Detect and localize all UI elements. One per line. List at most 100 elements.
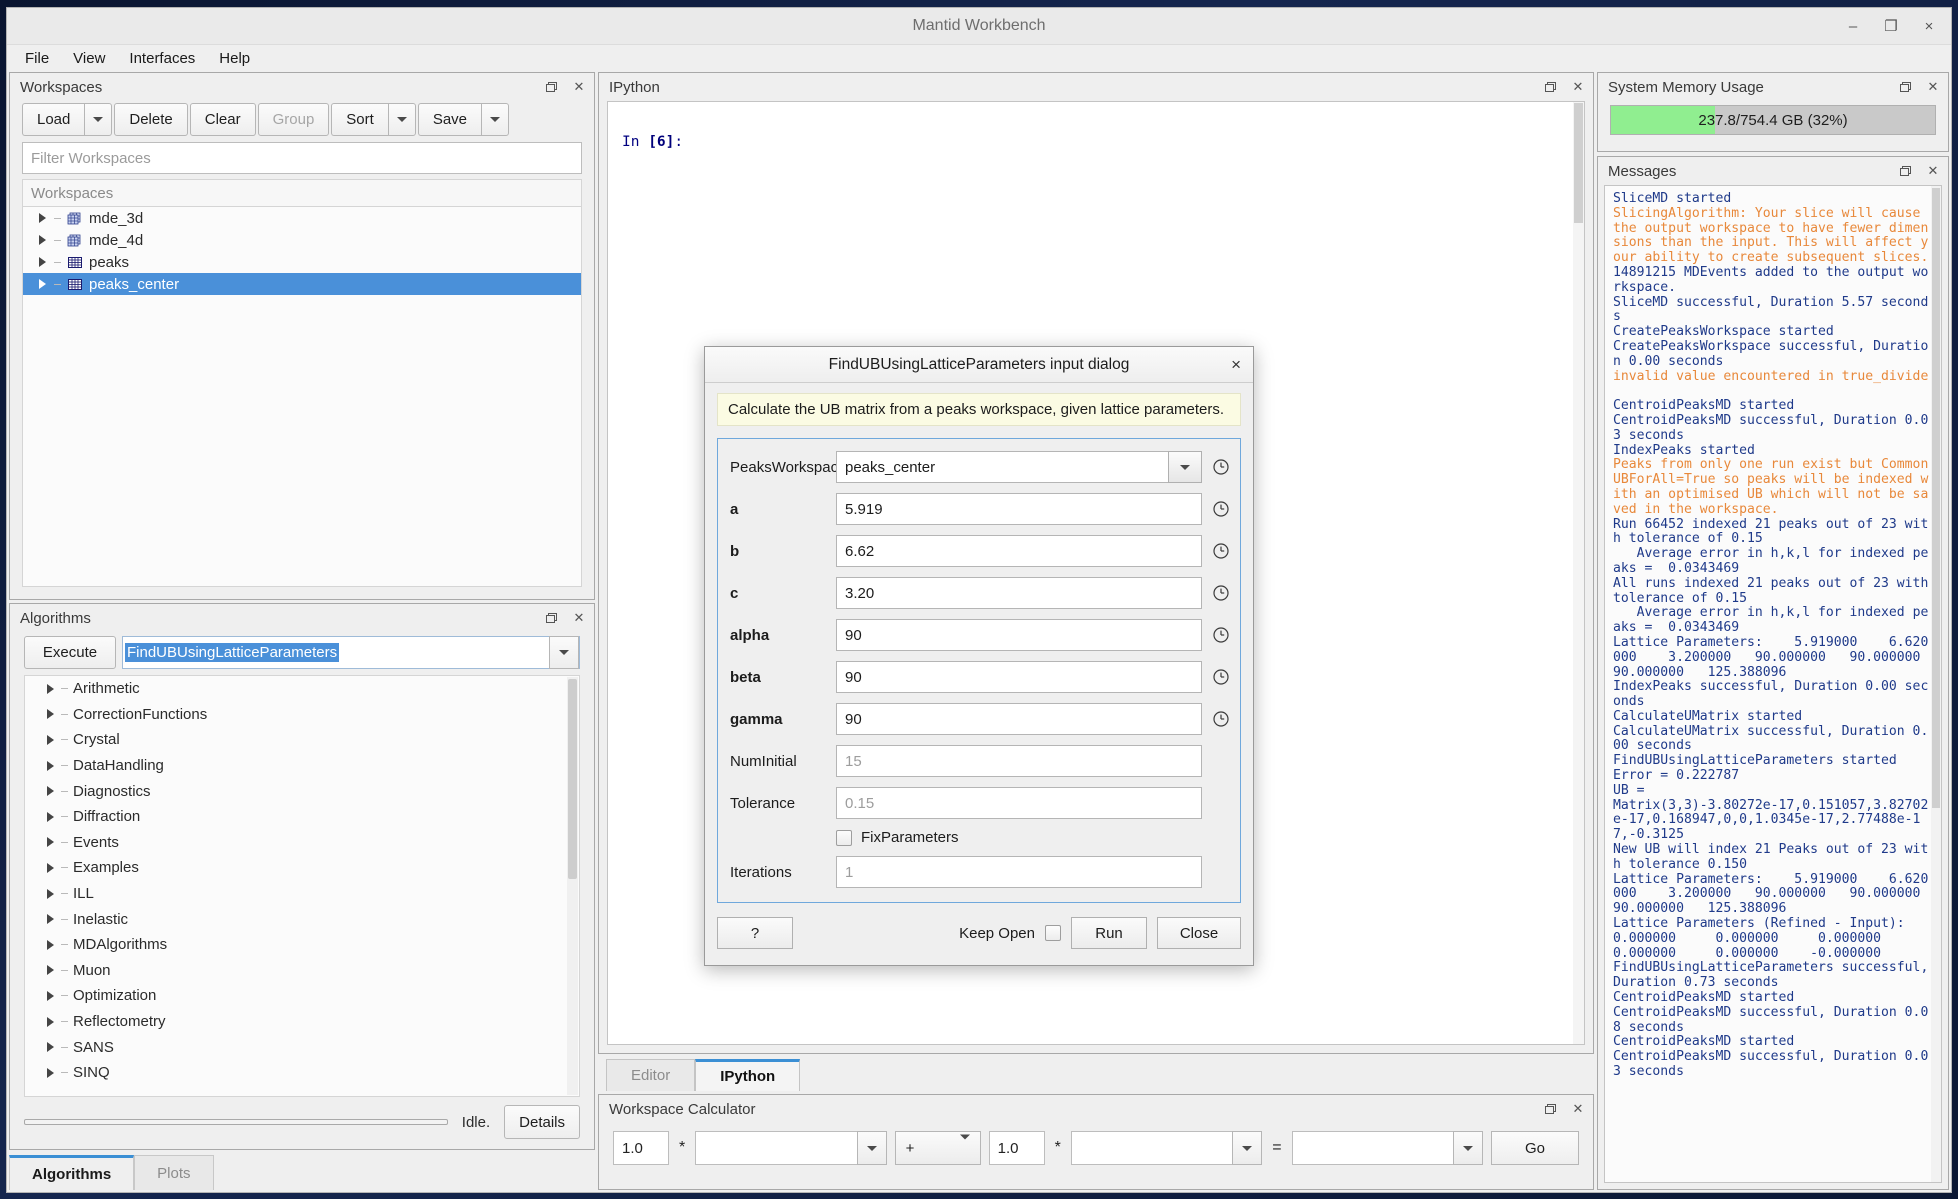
tolerance-input[interactable]: 0.15 [836, 787, 1202, 819]
algorithm-category-diffraction[interactable]: Diffraction [25, 804, 579, 830]
menu-help[interactable]: Help [209, 47, 260, 70]
maximize-icon[interactable]: ❐ [1883, 18, 1899, 35]
scale2-input[interactable]: 1.0 [988, 1131, 1045, 1165]
beta-input[interactable]: 90 [836, 661, 1202, 693]
algorithm-category-events[interactable]: Events [25, 830, 579, 856]
expand-triangle-icon[interactable] [47, 683, 54, 694]
expand-triangle-icon[interactable] [47, 760, 54, 771]
algorithm-category-examples[interactable]: Examples [25, 855, 579, 881]
save-dropdown-arrow[interactable] [481, 103, 510, 136]
expand-triangle-icon[interactable] [47, 965, 54, 976]
sort-button[interactable]: Sort [331, 103, 388, 136]
expand-triangle-icon[interactable] [47, 1067, 54, 1078]
close-panel-icon[interactable]: ✕ [1571, 80, 1585, 94]
expand-triangle-icon[interactable] [47, 888, 54, 899]
close-panel-icon[interactable]: ✕ [1926, 80, 1940, 94]
algorithms-scrollbar[interactable] [567, 677, 578, 1095]
filter-workspaces-input[interactable]: Filter Workspaces [22, 142, 582, 174]
menu-view[interactable]: View [63, 47, 115, 70]
float-icon[interactable] [1898, 80, 1912, 94]
float-icon[interactable] [1543, 1102, 1557, 1116]
algorithm-category-datahandling[interactable]: DataHandling [25, 753, 579, 779]
gamma-input[interactable]: 90 [836, 703, 1202, 735]
algorithm-category-diagnostics[interactable]: Diagnostics [25, 778, 579, 804]
algorithm-category-muon[interactable]: Muon [25, 958, 579, 984]
workspaces-tree[interactable]: mde_3d mde_4d peaks peaks_center [22, 206, 582, 587]
tab-editor[interactable]: Editor [606, 1059, 696, 1091]
sort-dropdown-arrow[interactable] [387, 103, 416, 136]
expand-triangle-icon[interactable] [39, 235, 46, 245]
workspace-item-peaks[interactable]: peaks [23, 251, 581, 273]
load-dropdown-arrow[interactable] [84, 103, 113, 136]
output-dropdown-arrow[interactable] [1452, 1131, 1483, 1165]
expand-triangle-icon[interactable] [47, 939, 54, 950]
keep-open-checkbox[interactable] [1045, 925, 1061, 941]
scale1-input[interactable]: 1.0 [613, 1131, 669, 1165]
history-clock-icon[interactable] [1212, 626, 1230, 644]
scrollbar-thumb[interactable] [1932, 188, 1940, 808]
lhs-dropdown-arrow[interactable] [856, 1131, 887, 1165]
algorithm-category-optimization[interactable]: Optimization [25, 983, 579, 1009]
execute-button[interactable]: Execute [24, 636, 116, 669]
close-panel-icon[interactable]: ✕ [572, 80, 586, 94]
close-button[interactable]: Close [1157, 917, 1241, 949]
numinitial-input[interactable]: 15 [836, 745, 1202, 777]
help-button[interactable]: ? [717, 917, 793, 949]
menu-file[interactable]: File [15, 47, 59, 70]
expand-triangle-icon[interactable] [47, 1016, 54, 1027]
details-button[interactable]: Details [504, 1105, 580, 1139]
history-clock-icon[interactable] [1212, 710, 1230, 728]
dialog-close-icon[interactable]: × [1231, 355, 1241, 375]
a-input[interactable]: 5.919 [836, 493, 1202, 525]
workspace-item-mde_3d[interactable]: mde_3d [23, 207, 581, 229]
clear-button[interactable]: Clear [189, 103, 256, 136]
expand-triangle-icon[interactable] [47, 837, 54, 848]
rhs-dropdown-arrow[interactable] [1232, 1131, 1263, 1165]
history-clock-icon[interactable] [1212, 668, 1230, 686]
close-panel-icon[interactable]: ✕ [572, 611, 586, 625]
lhs-workspace-combo[interactable] [695, 1131, 887, 1165]
algorithm-category-ill[interactable]: ILL [25, 881, 579, 907]
minimize-icon[interactable]: – [1845, 18, 1861, 35]
b-input[interactable]: 6.62 [836, 535, 1202, 567]
scrollbar-thumb[interactable] [568, 679, 577, 879]
algorithm-search-input[interactable]: FindUBUsingLatticeParameters [122, 636, 580, 669]
tab-algorithms[interactable]: Algorithms [9, 1155, 135, 1190]
expand-triangle-icon[interactable] [47, 914, 54, 925]
close-icon[interactable]: × [1921, 18, 1937, 35]
peaksworkspace-dropdown-arrow[interactable] [1168, 451, 1202, 483]
expand-triangle-icon[interactable] [39, 257, 46, 267]
algorithm-category-sinq[interactable]: SINQ [25, 1060, 579, 1086]
expand-triangle-icon[interactable] [47, 862, 54, 873]
expand-triangle-icon[interactable] [47, 734, 54, 745]
workspace-item-mde_4d[interactable]: mde_4d [23, 229, 581, 251]
history-clock-icon[interactable] [1212, 500, 1230, 518]
history-clock-icon[interactable] [1212, 542, 1230, 560]
float-icon[interactable] [544, 80, 558, 94]
operator-combo[interactable]: + [894, 1131, 981, 1165]
expand-triangle-icon[interactable] [47, 811, 54, 822]
output-workspace-combo[interactable] [1291, 1131, 1483, 1165]
history-clock-icon[interactable] [1212, 584, 1230, 602]
messages-scrollbar[interactable] [1931, 186, 1941, 1182]
menu-interfaces[interactable]: Interfaces [119, 47, 205, 70]
float-icon[interactable] [1543, 80, 1557, 94]
close-panel-icon[interactable]: ✕ [1571, 1102, 1585, 1116]
ipython-scrollbar[interactable] [1573, 102, 1584, 1044]
tab-ipython[interactable]: IPython [695, 1059, 801, 1091]
operator-dropdown-arrow[interactable] [959, 1134, 970, 1157]
fixparameters-checkbox[interactable] [836, 829, 852, 846]
tab-plots[interactable]: Plots [134, 1155, 214, 1190]
algorithm-category-crystal[interactable]: Crystal [25, 727, 579, 753]
iterations-input[interactable]: 1 [836, 856, 1202, 888]
close-panel-icon[interactable]: ✕ [1926, 164, 1940, 178]
c-input[interactable]: 3.20 [836, 577, 1202, 609]
algorithm-category-arithmetic[interactable]: Arithmetic [25, 676, 579, 702]
peaksworkspace-combo[interactable]: peaks_center [836, 451, 1202, 483]
alpha-input[interactable]: 90 [836, 619, 1202, 651]
messages-log[interactable]: SliceMD started SlicingAlgorithm: Your sl… [1604, 185, 1942, 1183]
expand-triangle-icon[interactable] [39, 279, 46, 289]
algorithm-category-mdalgorithms[interactable]: MDAlgorithms [25, 932, 579, 958]
algorithm-category-inelastic[interactable]: Inelastic [25, 906, 579, 932]
expand-triangle-icon[interactable] [47, 786, 54, 797]
